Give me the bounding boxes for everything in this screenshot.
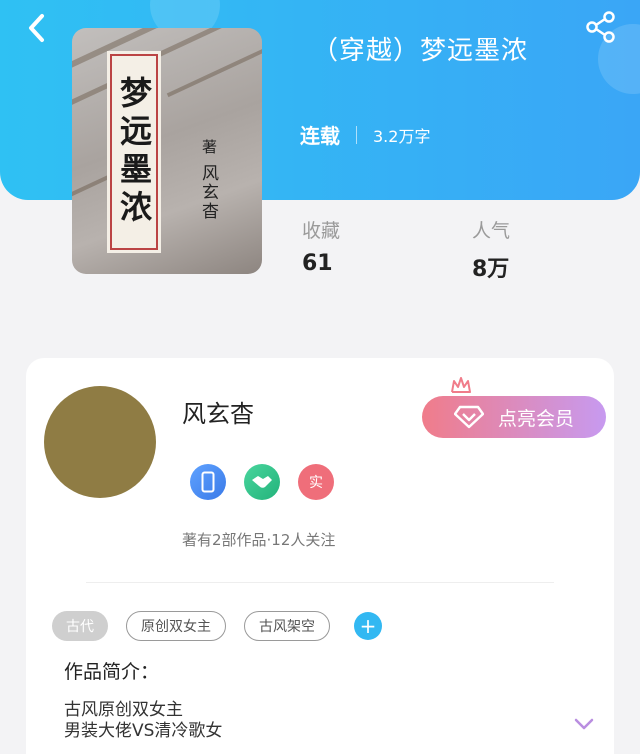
author-name[interactable]: 风玄杳 [182, 394, 254, 429]
stat-popularity: 人气 8万 [472, 216, 510, 283]
add-tag-button[interactable]: + [354, 612, 382, 640]
tag-list: 古代 原创双女主 古风架空 + [52, 611, 382, 641]
book-title: （穿越）梦远墨浓 [312, 36, 529, 66]
vip-button[interactable]: 点亮会员 [422, 396, 606, 438]
chevron-left-icon [29, 14, 44, 42]
stat-label: 人气 [472, 220, 511, 242]
divider [86, 582, 554, 583]
stat-label: 收藏 [302, 220, 341, 242]
intro-line: 男装大佬VS清冷歌女 [64, 721, 223, 741]
diamond-icon [453, 405, 484, 429]
cover-title: 梦远墨浓 [110, 54, 158, 250]
avatar[interactable] [44, 386, 156, 498]
intro-title: 作品简介： [64, 661, 160, 683]
tag-item[interactable]: 古代 [52, 611, 108, 641]
author-badges: 实 [190, 464, 352, 500]
vip-button-label: 点亮会员 [497, 407, 574, 430]
word-count: 3.2万字 [373, 126, 431, 146]
author-card: 风玄杳 点亮会员 实 著有2部作品·12人关注 古代 原创双女主 古风架空 + … [26, 358, 614, 754]
stat-favorites: 收藏 61 [302, 216, 340, 276]
share-icon [586, 11, 615, 43]
author-meta: 著有2部作品·12人关注 [182, 531, 336, 549]
status-divider [356, 125, 357, 144]
handshake-icon [252, 476, 272, 488]
real-name-badge-icon[interactable]: 实 [298, 464, 334, 500]
stat-value: 61 [302, 251, 333, 276]
expand-intro-button[interactable] [574, 716, 594, 735]
cover-author: 风玄杳 [198, 164, 218, 221]
phone-badge-icon[interactable] [190, 464, 226, 500]
cover-author-mark: 著 [202, 138, 218, 156]
crown-icon [451, 377, 471, 393]
tag-item[interactable]: 原创双女主 [126, 611, 226, 641]
cover-decor [166, 42, 262, 98]
back-button[interactable] [22, 8, 52, 48]
share-button[interactable] [584, 10, 618, 44]
chevron-down-icon [574, 718, 594, 730]
serial-status: 连载 [300, 124, 340, 148]
stat-value: 8万 [472, 257, 510, 282]
phone-icon [201, 471, 215, 493]
tag-item[interactable]: 古风架空 [244, 611, 330, 641]
handshake-badge-icon[interactable] [244, 464, 280, 500]
book-cover[interactable]: 梦远墨浓 著 风玄杳 [72, 28, 262, 274]
status-row: 连载 3.2万字 [300, 120, 430, 149]
